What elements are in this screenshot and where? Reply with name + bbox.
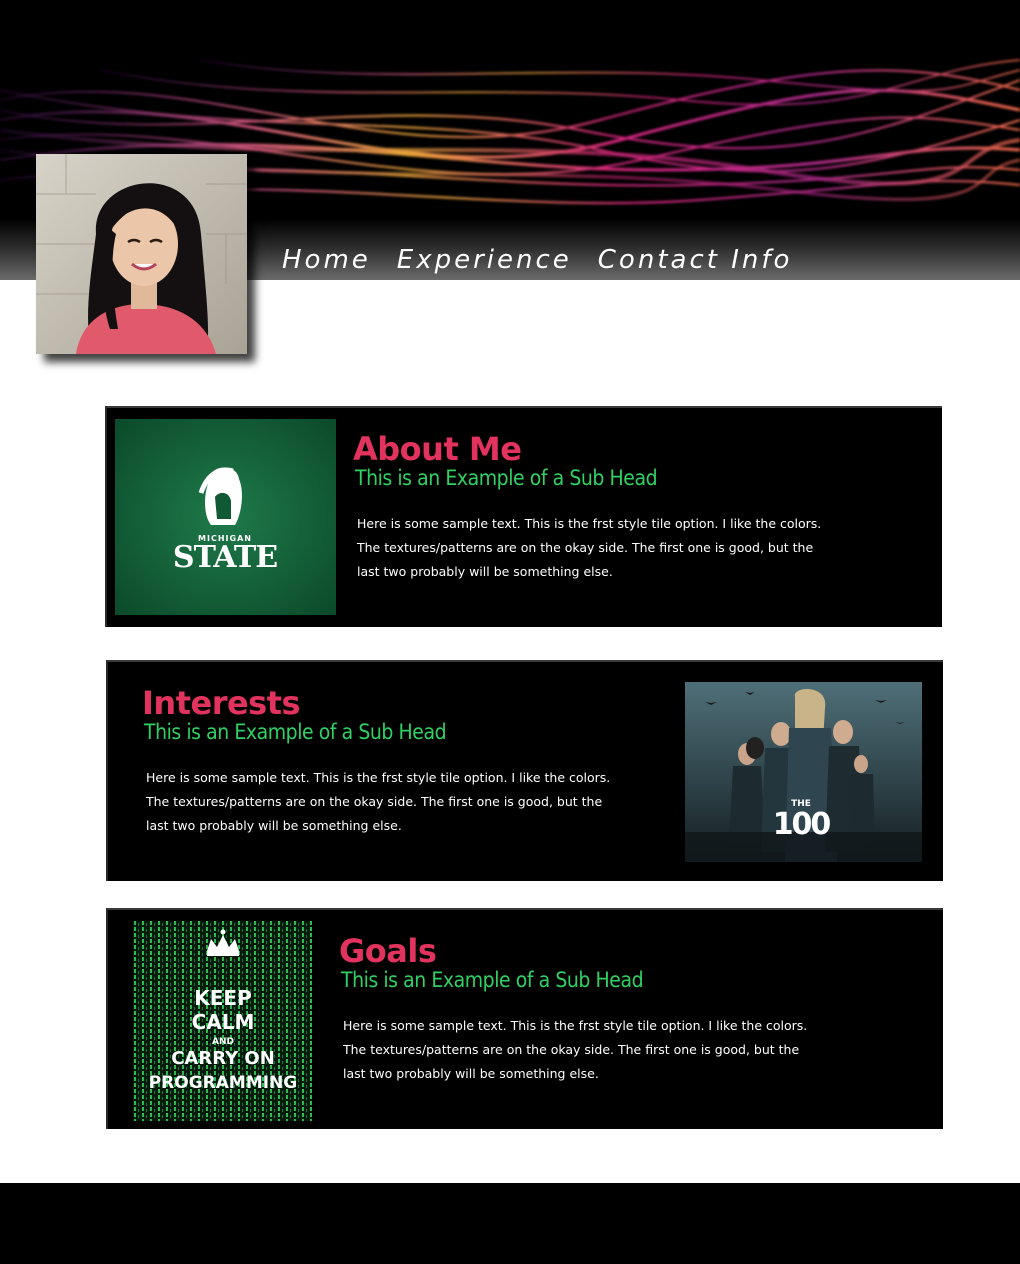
interests-body: Here is some sample text. This is the fr… (146, 770, 611, 833)
nav-contact-info-link[interactable]: Contact Info (598, 245, 793, 275)
poster-line-carry-on: CARRY ON (171, 1048, 275, 1069)
goals-subhead: This is an Example of a Sub Head (341, 968, 644, 992)
about-me-subhead: This is an Example of a Sub Head (355, 466, 658, 490)
poster-big-text: 100 (773, 807, 831, 842)
about-me-title: About Me (353, 430, 522, 468)
the-100-poster-image: THE 100 (685, 682, 922, 862)
michigan-state-logo-image: MICHIGAN STATE (115, 419, 336, 615)
about-me-tile: MICHIGAN STATE About Me This is an Examp… (105, 406, 942, 627)
about-me-body: Here is some sample text. This is the fr… (357, 516, 822, 579)
logo-big-text: STATE (173, 540, 277, 575)
poster-line-programming: PROGRAMMING (149, 1073, 298, 1093)
interests-tile: Interests This is an Example of a Sub He… (106, 660, 943, 881)
keep-calm-poster-image: KEEP CALM AND CARRY ON PROGRAMMING (133, 921, 312, 1121)
interests-subhead: This is an Example of a Sub Head (144, 720, 447, 744)
goals-body: Here is some sample text. This is the fr… (343, 1018, 808, 1081)
main-nav: Home Experience Contact Info (282, 240, 792, 280)
poster-line-calm: CALM (192, 1010, 255, 1034)
footer-bar (0, 1183, 1020, 1264)
goals-tile: KEEP CALM AND CARRY ON PROGRAMMING Goals… (106, 908, 943, 1129)
profile-photo (36, 154, 247, 354)
poster-line-keep: KEEP (194, 986, 251, 1010)
goals-title: Goals (339, 932, 437, 970)
nav-experience-link[interactable]: Experience (397, 245, 572, 275)
interests-title: Interests (142, 684, 301, 722)
nav-home-link[interactable]: Home (282, 245, 371, 275)
poster-line-and: AND (212, 1037, 234, 1047)
